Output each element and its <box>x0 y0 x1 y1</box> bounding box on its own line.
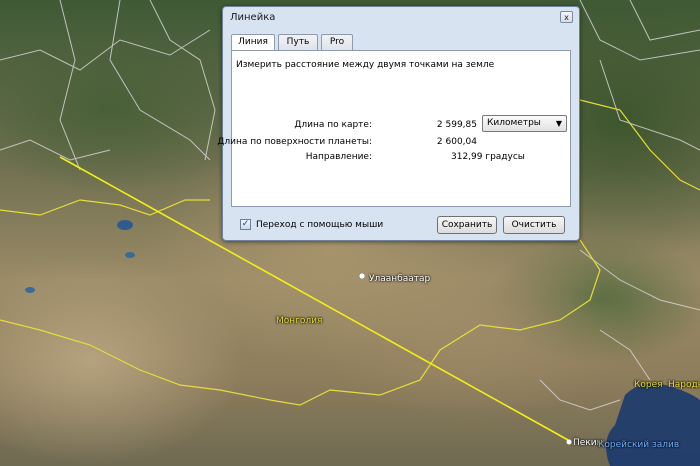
map-length-label: Длина по карте: <box>294 120 372 130</box>
save-button[interactable]: Сохранить <box>437 216 497 234</box>
heading-label: Направление: <box>305 152 372 162</box>
map-label-ulaanbaatar[interactable]: Улаанбаатар <box>369 274 430 284</box>
dialog-footer: ✓ Переход с помощью мыши Сохранить Очист… <box>231 213 571 235</box>
ground-length-value: 2 600,04 <box>436 137 477 147</box>
lake <box>25 287 35 293</box>
description-text: Измерить расстояние между двумя точками … <box>236 60 495 70</box>
mouse-nav-checkbox[interactable]: ✓ <box>240 219 251 230</box>
close-icon: x <box>564 13 569 22</box>
close-button[interactable]: x <box>560 11 573 23</box>
chevron-down-icon: ▼ <box>555 119 562 128</box>
map-length-value: 2 599,85 <box>436 120 477 130</box>
map-label-north-korea[interactable]: Народн <box>668 380 700 390</box>
tab-path[interactable]: Путь <box>278 34 318 50</box>
map-label-bay: Корейский залив <box>598 440 680 450</box>
check-icon: ✓ <box>241 219 250 229</box>
heading-value: 312,99 градусы <box>451 152 525 162</box>
clear-button[interactable]: Очистить <box>503 216 565 234</box>
city-marker-ulaanbaatar <box>358 272 366 280</box>
unit-select-value: Километры <box>487 118 541 128</box>
ground-length-label: Длина по поверхности планеты: <box>217 137 372 147</box>
tab-line[interactable]: Линия <box>231 34 275 51</box>
tab-panel-line: Измерить расстояние между двумя точками … <box>217 50 571 207</box>
dialog-titlebar[interactable]: Линейка x <box>223 7 579 27</box>
tab-pro[interactable]: Pro <box>321 34 353 50</box>
city-marker-beijing <box>566 439 572 445</box>
map-label-korea[interactable]: Корея <box>634 380 663 390</box>
map-label-mongolia[interactable]: Монголия <box>276 316 322 326</box>
lake <box>125 252 135 258</box>
ruler-dialog: Линейка x Линия Путь Pro Измерить рассто… <box>217 6 580 241</box>
lake <box>117 220 133 230</box>
dialog-title: Линейка <box>230 12 276 23</box>
mouse-nav-label[interactable]: Переход с помощью мыши <box>256 220 383 230</box>
unit-select[interactable]: Километры ▼ <box>482 115 567 132</box>
sea-area <box>606 383 700 466</box>
